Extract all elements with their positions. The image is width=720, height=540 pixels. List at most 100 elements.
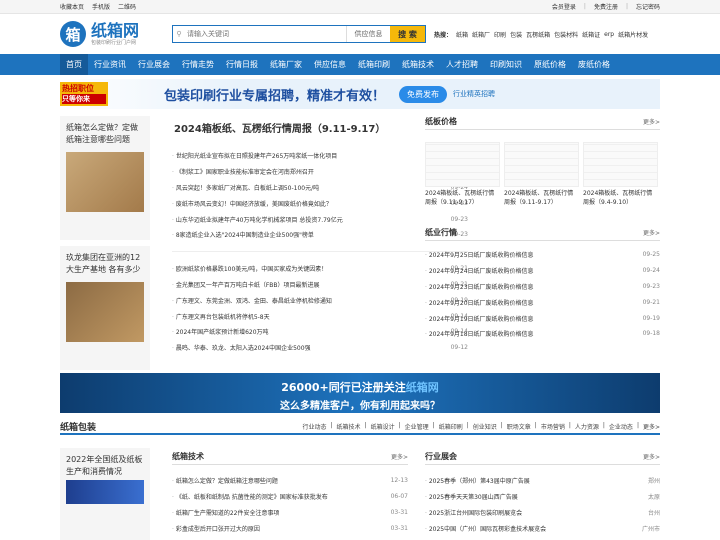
list-item[interactable]: 纸箱怎么定做？定做纸箱注意哪些问题 12-13	[172, 473, 408, 489]
hot-keyword[interactable]: 纸箱	[456, 30, 468, 39]
list-item[interactable]: 2024年国产纸浆预计新增620万吨09-14	[172, 324, 468, 340]
tech-more-link[interactable]: 更多>	[391, 452, 408, 461]
qrcode-link[interactable]: 二维码	[118, 2, 136, 11]
list-item[interactable]: 2025春季（郑州）第43届中原广告展 郑州	[425, 473, 660, 489]
list-item[interactable]: 2024年9月24日纸厂废纸收购价格信息 09-24	[425, 263, 660, 279]
list-item[interactable]: 2024年9月23日纸厂废纸收购价格信息 09-23	[425, 279, 660, 295]
hot-keyword[interactable]: 包装	[510, 30, 522, 39]
recruit-banner[interactable]: 热招职位 只等你来 包装印刷行业专属招聘，精准才有效！ 免费发布 行业精英招聘	[60, 79, 660, 109]
news-list: 欧洲纸浆价格暴跌100美元/吨，中国买家成为关键因素！09-21 金光集团又一年…	[172, 261, 468, 356]
nav-item[interactable]: 行业资讯	[88, 54, 132, 75]
search-input[interactable]	[185, 26, 346, 42]
hot-keywords: 热搜： 纸箱 纸箱厂 印刷 包装 瓦楞纸箱 包装材料 纸箱证 erp 纸箱片材发	[434, 30, 648, 39]
bottom-card-title: 2022年全国纸及纸板生产和消费情况	[66, 455, 143, 476]
section-more-link[interactable]: 更多>	[643, 422, 660, 431]
register-ad-banner[interactable]: 26000+同行已注册关注纸箱网 这么多精准客户，你有利用起来吗？	[60, 373, 660, 413]
site-logo[interactable]: 箱 纸箱网 包装印刷行业门户网	[60, 21, 164, 47]
hot-keyword[interactable]: 纸箱证	[582, 30, 600, 39]
section-tab[interactable]: 创业知识	[473, 422, 497, 431]
section-tab[interactable]: 企业管理	[405, 422, 429, 431]
nav-item[interactable]: 行情走势	[176, 54, 220, 75]
price-thumb[interactable]: 2024箱板纸、瓦楞纸行情周报（9.4-9.10）	[583, 142, 658, 207]
list-item[interactable]: 2024年9月20日纸厂废纸收购价格信息 09-21	[425, 294, 660, 310]
price-more-link[interactable]: 更多>	[643, 117, 660, 126]
list-item[interactable]: 欧洲纸浆价格暴跌100美元/吨，中国买家成为关键因素！09-21	[172, 261, 468, 277]
list-item[interactable]: 8家造纸企业入选"2024中国制造业企业500强"榜单09-23	[172, 227, 468, 243]
login-link[interactable]: 会员登录	[552, 2, 576, 11]
forgot-password-link[interactable]: 忘记密码	[636, 2, 660, 11]
expo-more-link[interactable]: 更多>	[643, 452, 660, 461]
hot-keyword[interactable]: erp	[604, 31, 614, 38]
nav-item[interactable]: 废纸价格	[572, 54, 616, 75]
price-thumb[interactable]: 2024箱板纸、瓦楞纸行情周报（9.11-9.17）	[425, 142, 500, 207]
nav-item[interactable]: 供应信息	[308, 54, 352, 75]
hot-keyword[interactable]: 包装材料	[554, 30, 578, 39]
nav-item[interactable]: 纸箱印刷	[352, 54, 396, 75]
left-card-title: 玖龙集团在亚洲的12大生产基地 各有多少	[66, 253, 141, 274]
nav-item[interactable]: 行业展会	[132, 54, 176, 75]
list-item[interactable]: 2025春季天天第30届山西广告展 太原	[425, 489, 660, 505]
news-title: 晨鸣、华泰、玖龙、太阳入选2024中国企业500强	[172, 343, 311, 352]
nav-item[interactable]: 印刷知识	[484, 54, 528, 75]
price-thumb[interactable]: 2024箱板纸、瓦楞纸行情周报（9.11-9.17）	[504, 142, 579, 207]
list-item[interactable]: 2024年9月25日纸厂废纸收购价格信息 09-25	[425, 247, 660, 263]
list-item[interactable]: 废纸市场风云变幻！中国经济放缓，美国废纸价格竟如此？09-23	[172, 195, 468, 211]
mobile-link[interactable]: 手机版	[92, 2, 110, 11]
hot-keyword[interactable]: 瓦楞纸箱	[526, 30, 550, 39]
list-item[interactable]: 纸箱厂生产需知道的22件安全注意事项 03-31	[172, 505, 408, 521]
list-item[interactable]: 世纪阳光纸业宣布拟在日照投建年产265万吨浆纸一体化项目09-24	[172, 148, 468, 164]
section-tab[interactable]: 纸箱技术	[337, 422, 361, 431]
section-tab[interactable]: 人力资源	[575, 422, 599, 431]
bottom-card[interactable]: 2022年全国纸及纸板生产和消费情况	[60, 448, 150, 540]
register-link[interactable]: 免费注册	[594, 2, 618, 11]
section-tab[interactable]: 纸箱印刷	[439, 422, 463, 431]
nav-item[interactable]: 人才招聘	[440, 54, 484, 75]
job-badge: 热招职位 只等你来	[60, 82, 108, 106]
right-column: 纸板价格 更多> 2024箱板纸、瓦楞纸行情周报（9.11-9.17） 2024…	[425, 116, 660, 342]
headline[interactable]: 2024箱板纸、瓦楞纸行情周报（9.11-9.17）	[174, 120, 468, 135]
section-tab[interactable]: 纸箱设计	[371, 422, 395, 431]
section-tabs: 行业动态 | 纸箱技术 | 纸箱设计 | 企业管理 | 纸箱印刷 | 创业知识 | 职场文章…	[302, 421, 661, 431]
list-item[interactable]: 2024年9月19日纸厂废纸收购价格信息 09-19	[425, 310, 660, 326]
market-item-title: 2024年9月25日纸厂废纸收购价格信息	[425, 250, 534, 259]
nav-item[interactable]: 纸箱厂家	[264, 54, 308, 75]
expo-title: 行业展会	[425, 451, 457, 461]
hot-keyword[interactable]: 印刷	[494, 30, 506, 39]
section-tab[interactable]: 市场营销	[541, 422, 565, 431]
search-button[interactable]: 搜 索	[390, 26, 425, 42]
section-tab[interactable]: 企业动态	[609, 422, 633, 431]
hot-keyword[interactable]: 纸箱厂	[472, 30, 490, 39]
left-card[interactable]: 纸箱怎么定做？定做纸箱注意哪些问题	[60, 116, 150, 240]
hot-keyword[interactable]: 纸箱片材发	[618, 30, 648, 39]
list-item[interactable]: 广东理文、东莞金洲、双鸿、金田、泰昌纸业停机检修通知09-19	[172, 292, 468, 308]
expo-item-title: 2025春季（郑州）第43届中原广告展	[425, 476, 530, 485]
market-more-link[interactable]: 更多>	[643, 228, 660, 237]
list-item[interactable]: 风云突起！多家纸厂对高瓦、白板纸上调50-100元/吨09-24	[172, 180, 468, 196]
list-item[interactable]: 《制浆工》国家职业技能标准审定会在河南郑州召开09-24	[172, 164, 468, 180]
banner-slogan: 行业精英招聘	[453, 90, 496, 98]
nav-item[interactable]: 行情日报	[220, 54, 264, 75]
section-tab[interactable]: 职场文章	[507, 422, 531, 431]
list-item[interactable]: 彩盒成型后开口张开过大的原因 03-31	[172, 520, 408, 536]
left-card[interactable]: 玖龙集团在亚洲的12大生产基地 各有多少	[60, 246, 150, 370]
list-item[interactable]: 2024年9月18日纸厂废纸收购价格信息 09-18	[425, 326, 660, 342]
list-item[interactable]: 《纸、纸板和纸制品 抗菌性能的测定》国家标准获批发布 06-07	[172, 489, 408, 505]
section-tab[interactable]: 行业动态	[303, 422, 327, 431]
search-box: ⚲ 供应信息 搜 索	[172, 25, 426, 43]
list-item[interactable]: 广东理文再台包装纸机将停机5-8天09-14	[172, 308, 468, 324]
list-item[interactable]: 2025中国（广州）国际瓦楞彩盒技术展览会 广州市	[425, 520, 660, 536]
nav-item-home[interactable]: 首页	[60, 54, 88, 75]
free-publish-button[interactable]: 免费发布	[399, 85, 448, 103]
nav-item[interactable]: 原纸价格	[528, 54, 572, 75]
nav-item[interactable]: 纸箱技术	[396, 54, 440, 75]
market-item-date: 09-25	[642, 251, 660, 259]
search-category-select[interactable]: 供应信息	[346, 26, 390, 42]
bookmark-link[interactable]: 收藏本页	[60, 2, 84, 11]
news-list: 世纪阳光纸业宣布拟在日照投建年产265万吨浆纸一体化项目09-24 《制浆工》国…	[172, 148, 468, 243]
list-item[interactable]: 山东华迈纸业拟建年产40万吨化学机械浆项目 总投资7.79亿元09-23	[172, 211, 468, 227]
list-item[interactable]: 金光集团又一年产百万吨白卡纸（FBB）项目最新进展09-21	[172, 277, 468, 293]
ad-line1-brand: 纸箱网	[405, 381, 439, 394]
market-list: 2024年9月25日纸厂废纸收购价格信息 09-25 2024年9月24日纸厂废纸…	[425, 247, 660, 342]
list-item[interactable]: 晨鸣、华泰、玖龙、太阳入选2024中国企业500强 09-12	[172, 340, 468, 356]
list-item[interactable]: 2025浙江台州国际包装印刷展览会 台州	[425, 505, 660, 521]
